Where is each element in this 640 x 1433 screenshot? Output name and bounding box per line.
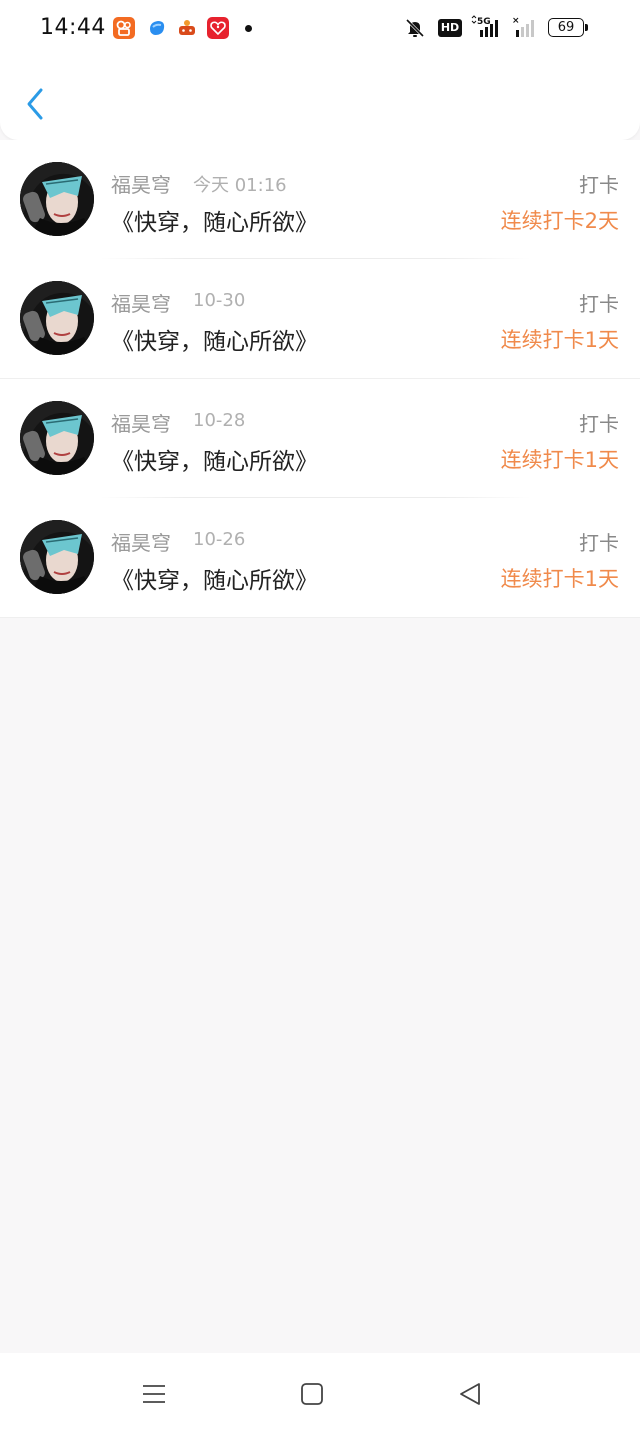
avatar-image — [20, 520, 94, 594]
streak-text: 连续打卡2天 — [500, 209, 619, 233]
streak-text: 连续打卡1天 — [500, 567, 619, 591]
checkin-label: 打卡 — [579, 531, 619, 555]
home-icon[interactable] — [299, 1381, 325, 1407]
user-name[interactable]: 福昊穹 — [111, 527, 171, 556]
user-name[interactable]: 福昊穹 — [111, 288, 171, 317]
checkin-row[interactable]: 福昊穹 10-26 《快穿，随心所欲》 打卡 连续打卡1天 — [0, 498, 640, 618]
book-title[interactable]: 《快穿，随心所欲》 — [111, 442, 318, 476]
system-nav-bar — [0, 1353, 640, 1433]
avatar[interactable] — [20, 401, 94, 475]
avatar[interactable] — [20, 281, 94, 355]
checkin-time: 10-26 — [193, 529, 246, 550]
battery-tip — [585, 24, 588, 31]
status-time: 14:44 — [40, 15, 106, 40]
mute-icon — [404, 17, 426, 43]
checkin-row[interactable]: 福昊穹 10-28 《快穿，随心所欲》 打卡 连续打卡1天 — [0, 379, 640, 498]
user-name[interactable]: 福昊穹 — [111, 408, 171, 437]
hd-icon: HD — [438, 19, 462, 37]
checkin-list: 福昊穹 今天 01:16 《快穿，随心所欲》 打卡 连续打卡2天 福昊穹 10-… — [0, 140, 640, 618]
svg-text:×: × — [512, 16, 520, 26]
checkin-label: 打卡 — [579, 292, 619, 316]
nav-bar — [0, 70, 640, 136]
avatar[interactable] — [20, 520, 94, 594]
status-bar: 14:44 HD 5G × 69 — [0, 0, 640, 56]
battery-icon: 69 — [548, 18, 584, 37]
book-title[interactable]: 《快穿，随心所欲》 — [111, 561, 318, 595]
checkin-time: 10-28 — [193, 410, 246, 431]
checkin-row[interactable]: 福昊穹 今天 01:16 《快穿，随心所欲》 打卡 连续打卡2天 — [0, 140, 640, 259]
screen: 14:44 HD 5G × 69 福昊穹 今天 01:16 《快穿，随心所欲》 … — [0, 0, 640, 1433]
checkin-row[interactable]: 福昊穹 10-30 《快穿，随心所欲》 打卡 连续打卡1天 — [0, 259, 640, 379]
checkin-time: 今天 01:16 — [193, 175, 287, 196]
user-name[interactable]: 福昊穹 — [111, 169, 171, 198]
blue-app-icon — [146, 17, 168, 39]
avatar[interactable] — [20, 162, 94, 236]
avatar-image — [20, 281, 94, 355]
chevron-left-icon — [27, 88, 43, 120]
header-area: 14:44 HD 5G × 69 — [0, 0, 640, 140]
checkin-label: 打卡 — [579, 412, 619, 436]
signal-weak-icon: × — [512, 15, 542, 43]
streak-text: 连续打卡1天 — [500, 328, 619, 352]
streak-text: 连续打卡1天 — [500, 448, 619, 472]
checkin-label: 打卡 — [579, 173, 619, 197]
notification-dot — [245, 25, 252, 32]
battery-level: 69 — [557, 20, 575, 35]
avatar-image — [20, 401, 94, 475]
kuaishou-app-icon — [113, 17, 135, 39]
red-heart-app-icon — [207, 17, 229, 39]
game-app-icon — [176, 17, 198, 39]
menu-icon[interactable] — [141, 1381, 167, 1407]
back-button[interactable] — [18, 84, 52, 124]
back-triangle-icon[interactable] — [457, 1381, 483, 1407]
svg-text:5G: 5G — [477, 17, 491, 27]
signal-5g-icon: 5G — [470, 15, 506, 43]
book-title[interactable]: 《快穿，随心所欲》 — [111, 322, 318, 356]
checkin-time: 10-30 — [193, 290, 246, 311]
avatar-image — [20, 162, 94, 236]
book-title[interactable]: 《快穿，随心所欲》 — [111, 203, 318, 237]
